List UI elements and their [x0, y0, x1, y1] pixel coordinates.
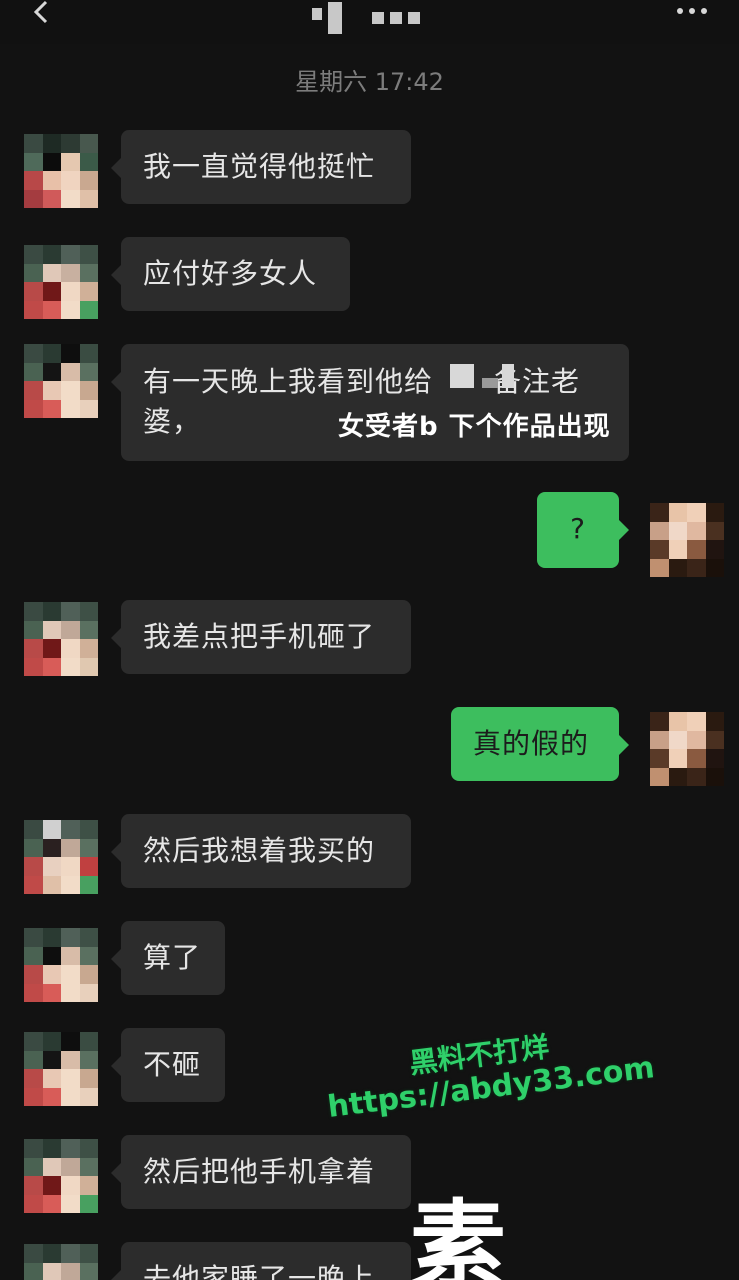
redacted-name: [450, 364, 474, 388]
overlay-large-character: 素: [410, 1190, 506, 1280]
avatar[interactable]: [24, 928, 98, 1002]
video-overlay-caption: 女受者b 下个作品出现: [338, 412, 611, 442]
message-bubble[interactable]: 不砸: [111, 1028, 225, 1102]
avatar[interactable]: [24, 1244, 98, 1280]
avatar[interactable]: [24, 344, 98, 418]
avatar[interactable]: [24, 134, 98, 208]
chevron-left-icon[interactable]: [28, 0, 56, 28]
message-text: ?: [570, 512, 586, 545]
message-bubble-sent[interactable]: ?: [537, 492, 629, 568]
message-bubble[interactable]: 我差点把手机砸了: [111, 600, 411, 674]
message-bubble[interactable]: 去他家睡了一晚上: [111, 1242, 411, 1280]
redacted-name: [502, 364, 514, 388]
avatar[interactable]: [24, 1139, 98, 1213]
message-text: 然后我想着我买的: [143, 834, 376, 867]
message-text: 去他家睡了一晚上: [143, 1262, 376, 1280]
avatar-self[interactable]: [650, 712, 724, 786]
message-text: 不砸: [143, 1048, 202, 1081]
chat-screen: 星期六 17:42 我一直觉得他挺忙 应付好多女人 有一天晚上我看到他给 备注老 …: [0, 0, 739, 1280]
chat-header: [0, 0, 739, 44]
message-bubble[interactable]: 算了: [111, 921, 225, 995]
avatar[interactable]: [24, 1032, 98, 1106]
message-bubble[interactable]: 然后把他手机拿着: [111, 1135, 411, 1209]
avatar-self[interactable]: [650, 503, 724, 577]
message-bubble[interactable]: 我一直觉得他挺忙: [111, 130, 411, 204]
message-bubble-sent[interactable]: 真的假的: [451, 707, 629, 781]
message-text: 算了: [143, 941, 202, 974]
avatar[interactable]: [24, 602, 98, 676]
redacted-name: [482, 378, 498, 388]
message-bubble[interactable]: 有一天晚上我看到他给 备注老 婆，: [111, 344, 629, 461]
avatar[interactable]: [24, 245, 98, 319]
more-dots-icon[interactable]: [677, 8, 707, 14]
message-text: 然后把他手机拿着: [143, 1155, 376, 1188]
avatar[interactable]: [24, 820, 98, 894]
message-text: 我差点把手机砸了: [143, 620, 376, 653]
timestamp: 星期六 17:42: [295, 68, 444, 96]
message-bubble[interactable]: 应付好多女人: [111, 237, 350, 311]
message-bubble[interactable]: 然后我想着我买的: [111, 814, 411, 888]
contact-name-redacted: [312, 0, 420, 36]
message-text: 应付好多女人: [143, 257, 318, 290]
message-text: 真的假的: [473, 727, 590, 760]
message-text: 我一直觉得他挺忙: [143, 150, 376, 183]
message-text-part: 有一天晚上我看到他给: [143, 365, 434, 398]
